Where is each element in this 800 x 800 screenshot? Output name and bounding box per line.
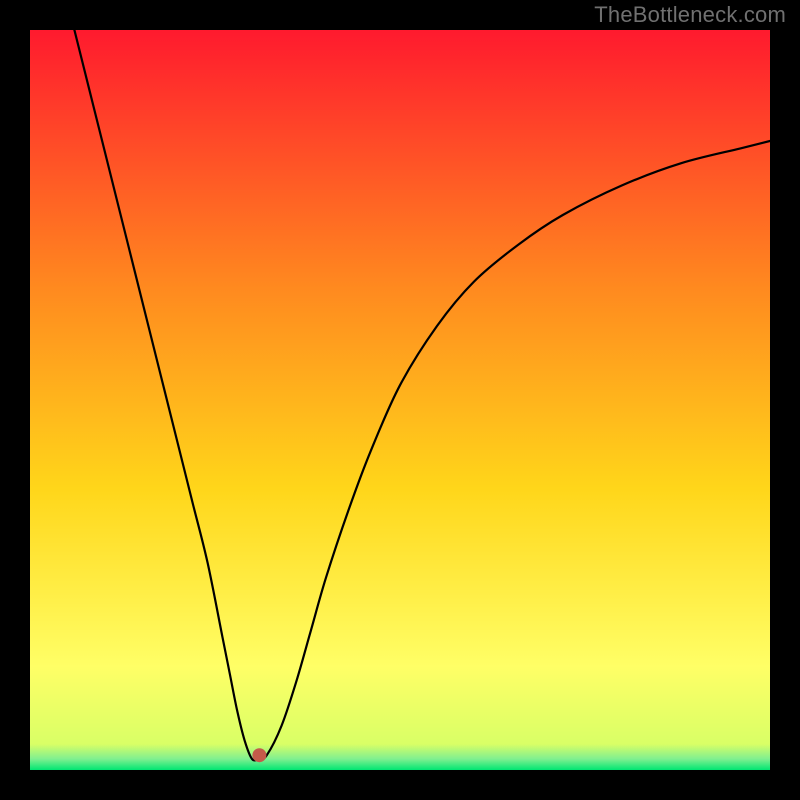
- chart-svg: [30, 30, 770, 770]
- chart-frame: TheBottleneck.com: [0, 0, 800, 800]
- plot-area: [30, 30, 770, 770]
- watermark-text: TheBottleneck.com: [594, 2, 786, 28]
- chart-background: [30, 30, 770, 770]
- optimum-marker: [252, 748, 266, 762]
